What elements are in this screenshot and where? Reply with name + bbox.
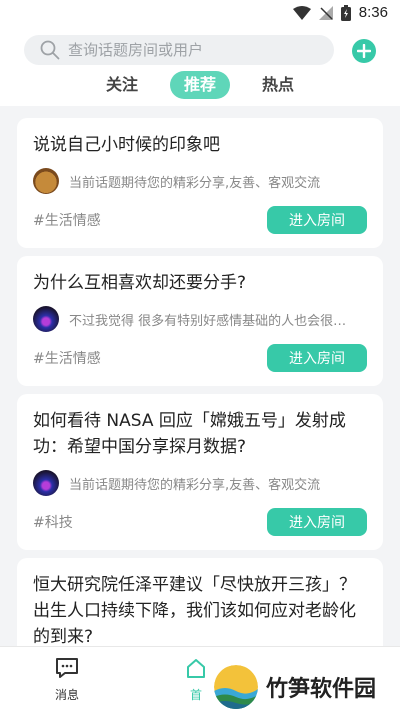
nav-home-label: 首 — [189, 688, 202, 702]
topic-card[interactable]: 如何看待 NASA 回应「嫦娥五号」发射成功：希望中国分享探月数据? 当前话题期… — [17, 394, 383, 550]
topic-feed: 说说自己小时候的印象吧 当前话题期待您的精彩分享,友善、客观交流 #生活情感 进… — [0, 106, 400, 646]
watermark-text: 竹笋软件园 — [266, 677, 377, 702]
search-input[interactable] — [68, 41, 308, 59]
topic-title: 如何看待 NASA 回应「嫦娥五号」发射成功：希望中国分享探月数据? — [33, 411, 346, 457]
bottom-nav: 消息 首 竹笋软件园 — [0, 646, 400, 711]
add-button[interactable] — [352, 39, 376, 63]
topic-title: 恒大研究院任泽平建议「尽快放开三孩」？出生人口持续下降，我们该如何应对老龄化的到… — [33, 575, 356, 646]
topic-card[interactable]: 为什么互相喜欢却还要分手? 不过我觉得 很多有特别好感情基础的人也会很容易因为一… — [17, 256, 383, 386]
topic-title: 为什么互相喜欢却还要分手? — [33, 273, 247, 293]
topic-snippet: 当前话题期待您的精彩分享,友善、客观交流 — [69, 477, 321, 493]
topic-card[interactable]: 恒大研究院任泽平建议「尽快放开三孩」？出生人口持续下降，我们该如何应对老龄化的到… — [17, 558, 383, 646]
status-icons: 8:36 — [292, 4, 388, 21]
topic-tag[interactable]: #生活情感 — [33, 210, 101, 230]
topic-card[interactable]: 说说自己小时候的印象吧 当前话题期待您的精彩分享,友善、客观交流 #生活情感 进… — [17, 118, 383, 248]
topic-tag[interactable]: #科技 — [33, 512, 73, 532]
signal-off-icon — [318, 5, 333, 20]
tab-follow[interactable]: 关注 — [92, 71, 152, 99]
enter-room-button[interactable]: 进入房间 — [267, 508, 367, 536]
topic-title: 说说自己小时候的印象吧 — [33, 135, 220, 155]
watermark: 竹笋软件园 — [214, 665, 376, 709]
topic-tag[interactable]: #生活情感 — [33, 348, 101, 368]
search-bar[interactable] — [24, 35, 334, 65]
topic-snippet: 不过我觉得 很多有特别好感情基础的人也会很容易因为一些小事分手 — [69, 313, 359, 329]
enter-room-button[interactable]: 进入房间 — [267, 344, 367, 372]
watermark-logo-icon — [214, 665, 258, 709]
feed-tabs: 关注 推荐 热点 — [0, 71, 400, 99]
avatar — [33, 470, 59, 496]
wifi-icon — [292, 5, 311, 20]
battery-icon — [340, 4, 351, 21]
plus-icon — [357, 44, 371, 58]
header: 关注 推荐 热点 — [0, 28, 400, 106]
enter-room-button[interactable]: 进入房间 — [267, 206, 367, 234]
avatar — [33, 168, 59, 194]
topic-snippet: 当前话题期待您的精彩分享,友善、客观交流 — [69, 175, 321, 191]
tab-hot[interactable]: 热点 — [248, 71, 308, 99]
clock: 8:36 — [358, 4, 388, 21]
nav-home[interactable]: 首 — [176, 657, 216, 703]
home-icon — [187, 659, 205, 678]
message-icon — [56, 658, 78, 678]
tab-recommend[interactable]: 推荐 — [169, 71, 230, 99]
nav-messages[interactable]: 消息 — [47, 657, 87, 703]
avatar — [33, 306, 59, 332]
nav-messages-label: 消息 — [54, 688, 79, 702]
search-icon — [40, 40, 60, 60]
status-bar: 8:36 — [0, 0, 400, 28]
